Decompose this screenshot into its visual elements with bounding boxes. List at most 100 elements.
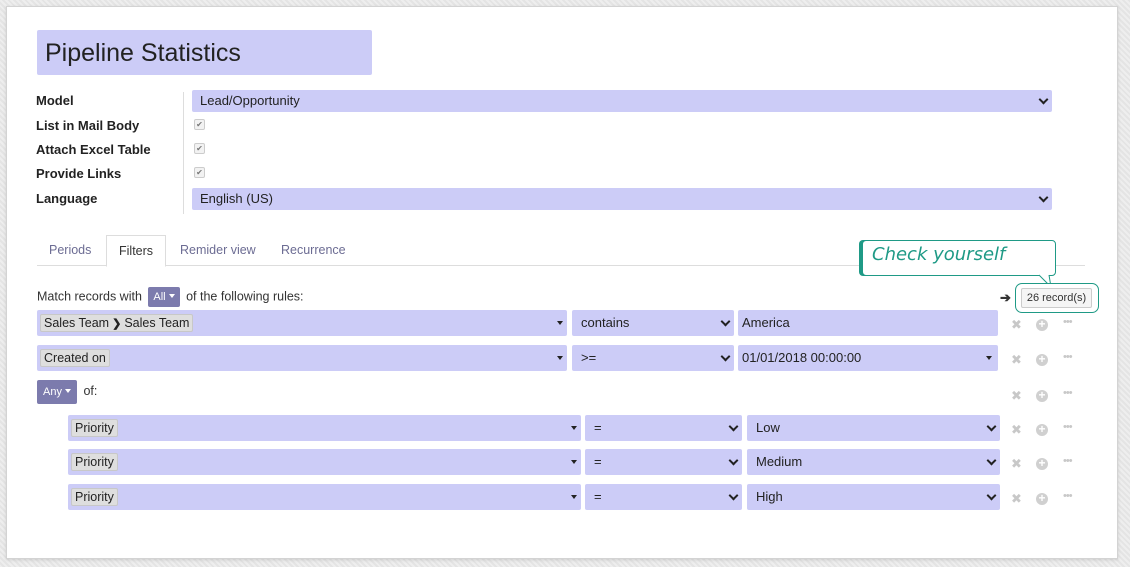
caret-down-icon [168,294,175,298]
date-value: 01/01/2018 00:00:00 [742,350,862,365]
form-sheet: Pipeline Statistics Model Lead/Opportuni… [6,6,1118,559]
add-circle-icon[interactable]: + [1036,318,1048,331]
check-icon: ✔ [196,168,203,177]
group-suffix: of: [83,384,98,399]
match-prefix: Match records with [37,289,142,304]
caret-down-icon [571,426,577,430]
caret-down-icon [557,321,563,325]
tab-remider-view[interactable]: Remider view [168,235,268,266]
field-path-chip: Created on [40,349,110,367]
model-select[interactable]: Lead/Opportunity [192,90,1052,112]
group-actions: ✖ + ••• [1011,387,1081,408]
list-in-mail-body-checkbox[interactable]: ✔ [194,119,205,130]
operator-value: = [594,489,602,504]
ellipsis-icon[interactable]: ••• [1063,455,1073,467]
group-rule-value-select[interactable]: High [747,484,1000,510]
records-highlight: 26 record(s) [1015,283,1099,313]
add-circle-icon[interactable]: + [1036,389,1048,402]
rule-field-select[interactable]: Sales Team ❯ Sales Team [37,310,567,336]
language-select[interactable]: English (US) [192,188,1052,210]
rule-date-input[interactable]: 01/01/2018 00:00:00 [738,345,998,371]
tab-periods[interactable]: Periods [37,235,103,266]
group-rule-actions: ✖ + ••• [1011,455,1081,476]
report-title-field[interactable]: Pipeline Statistics [37,30,372,75]
records-count-button[interactable]: 26 record(s) [1021,288,1092,308]
match-mode-dropdown[interactable]: All [148,287,180,307]
arrow-right-icon: ➔ [1000,290,1011,305]
rule-value-input[interactable]: America [738,310,998,336]
close-icon[interactable]: ✖ [1011,317,1022,333]
value-text: Medium [756,454,803,469]
list-in-mail-body-label: List in Mail Body [36,118,140,133]
model-label: Model [36,93,74,108]
chevron-right-icon: ❯ [112,318,122,330]
field-path-chip: Priority [71,488,118,506]
caret-down-icon [571,495,577,499]
ellipsis-icon[interactable]: ••• [1063,387,1073,399]
match-suffix: of the following rules: [186,289,304,304]
rule-actions: ✖ + ••• [1011,351,1081,372]
chevron-down-icon [728,421,739,432]
chevron-down-icon [728,490,739,501]
group-rule-operator-select[interactable]: = [585,484,742,510]
field-path-segment: Sales Team [124,316,190,330]
add-circle-icon[interactable]: + [1036,353,1048,366]
close-icon[interactable]: ✖ [1011,352,1022,368]
group-rule-field-select[interactable]: Priority [68,484,581,510]
value-text: Low [756,420,780,435]
operator-value: = [594,454,602,469]
group-rule-value-select[interactable]: Medium [747,449,1000,475]
group-rule-field-select[interactable]: Priority [68,449,581,475]
group-rule-value-select[interactable]: Low [747,415,1000,441]
check-icon: ✔ [196,144,203,153]
chevron-down-icon [1038,192,1049,203]
add-circle-icon[interactable]: + [1036,457,1048,470]
group-rule-operator-select[interactable]: = [585,415,742,441]
rule-field-select[interactable]: Created on [37,345,567,371]
value-text: High [756,489,783,504]
group-header: Any of: [37,380,97,404]
rule-operator-select[interactable]: contains [572,310,734,336]
group-rule-actions: ✖ + ••• [1011,490,1081,511]
check-yourself-callout: Check yourself [862,240,1056,289]
ellipsis-icon[interactable]: ••• [1063,490,1073,502]
provide-links-checkbox[interactable]: ✔ [194,167,205,178]
chevron-down-icon [720,316,731,327]
chevron-down-icon [986,455,997,466]
field-path-segment: Sales Team [44,316,110,330]
chevron-down-icon [986,421,997,432]
close-icon[interactable]: ✖ [1011,456,1022,472]
ellipsis-icon[interactable]: ••• [1063,316,1073,328]
chevron-down-icon [986,490,997,501]
check-icon: ✔ [196,120,203,129]
ellipsis-icon[interactable]: ••• [1063,351,1073,363]
attach-excel-table-label: Attach Excel Table [36,142,151,157]
group-mode-dropdown[interactable]: Any [37,380,77,404]
attach-excel-table-checkbox[interactable]: ✔ [194,143,205,154]
operator-value: contains [581,315,630,330]
close-icon[interactable]: ✖ [1011,491,1022,507]
caret-down-icon [557,356,563,360]
close-icon[interactable]: ✖ [1011,388,1022,404]
field-path-chip: Priority [71,419,118,437]
tab-recurrence[interactable]: Recurrence [269,235,358,266]
rule-operator-select[interactable]: >= [572,345,734,371]
group-rule-actions: ✖ + ••• [1011,421,1081,442]
add-circle-icon[interactable]: + [1036,492,1048,505]
close-icon[interactable]: ✖ [1011,422,1022,438]
chevron-down-icon [728,455,739,466]
group-mode-label: Any [43,386,62,398]
chevron-down-icon [1038,94,1049,105]
ellipsis-icon[interactable]: ••• [1063,421,1073,433]
tab-filters[interactable]: Filters [106,235,167,267]
operator-value: >= [581,350,597,365]
field-path-chip: Sales Team ❯ Sales Team [40,314,194,332]
add-circle-icon[interactable]: + [1036,423,1048,436]
match-mode-label: All [153,291,166,303]
language-label: Language [36,191,98,206]
group-rule-operator-select[interactable]: = [585,449,742,475]
provide-links-label: Provide Links [36,166,122,181]
caret-down-icon [571,460,577,464]
group-rule-field-select[interactable]: Priority [68,415,581,441]
chevron-down-icon [720,351,731,362]
